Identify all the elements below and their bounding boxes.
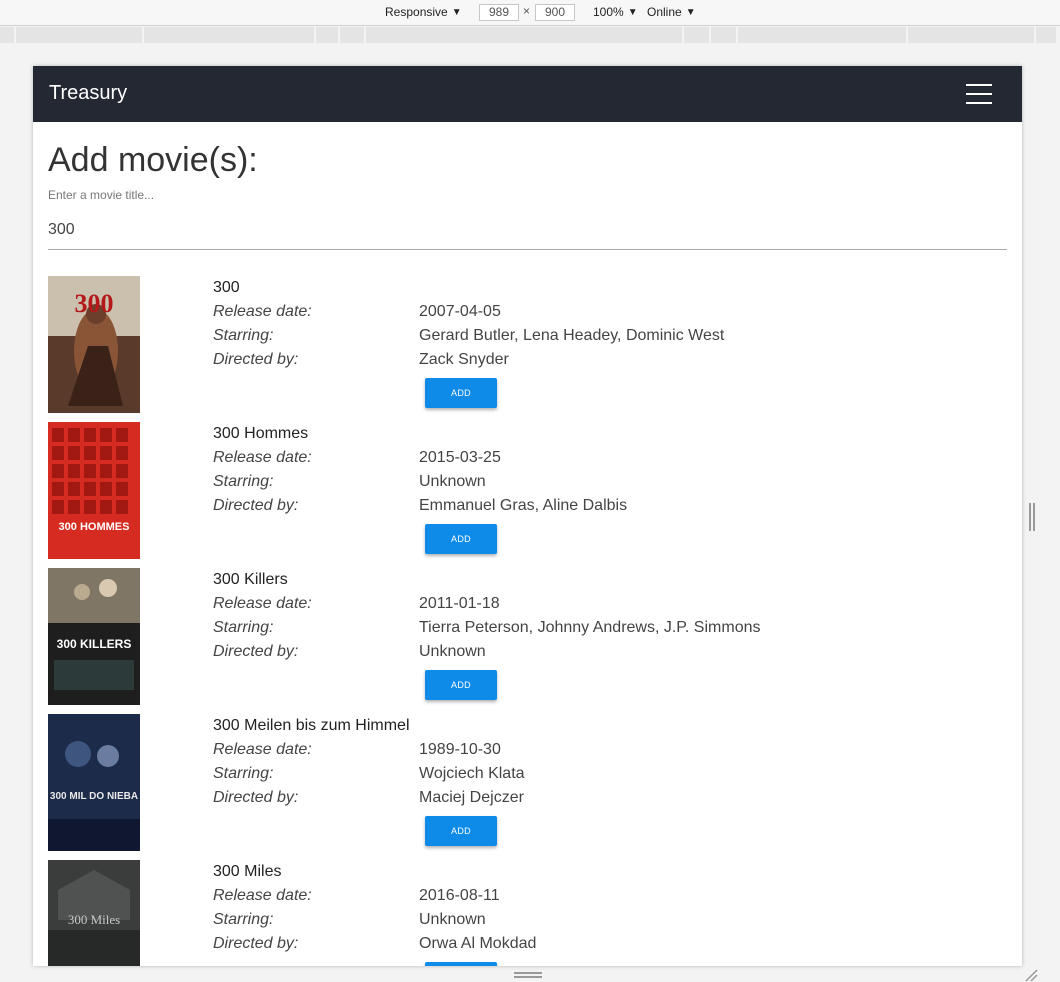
release-date-value: 2007-04-05 <box>419 303 501 320</box>
chevron-down-icon: ▼ <box>627 6 638 18</box>
add-movie-button[interactable]: ADD <box>425 670 497 700</box>
media-query-segment[interactable] <box>144 27 314 43</box>
movie-title: 300 Killers <box>213 571 288 588</box>
movie-poster-image: 300 HOMMES <box>48 422 140 559</box>
viewport-corner-resize-icon[interactable] <box>1024 968 1038 982</box>
viewport-height-input[interactable]: 900 <box>535 4 575 21</box>
starring-label: Starring: <box>213 619 274 636</box>
movie-result-item: 300 HOMMES 300 Hommes Release date: 2015… <box>48 422 1007 568</box>
throttle-label: Online <box>647 5 682 19</box>
add-movie-button[interactable]: ADD <box>425 378 497 408</box>
viewport-width-resize-handle[interactable] <box>1029 503 1035 531</box>
navbar: Treasury <box>33 66 1022 122</box>
directed-by-label: Directed by: <box>213 497 299 514</box>
release-date-label: Release date: <box>213 595 312 612</box>
media-query-segment[interactable] <box>908 27 1034 43</box>
movie-search-input[interactable] <box>48 210 1007 250</box>
movie-poster-image: 300 KILLERS <box>48 568 140 705</box>
directed-by-label: Directed by: <box>213 643 299 660</box>
movie-result-item: 300 Miles 300 Miles Release date: 2016-0… <box>48 860 1007 966</box>
media-query-segment[interactable] <box>16 27 142 43</box>
media-query-segment[interactable] <box>316 27 338 43</box>
device-viewport: Treasury Add movie(s): Enter a movie tit… <box>33 66 1022 966</box>
add-movie-button[interactable]: ADD <box>425 816 497 846</box>
starring-value: Wojciech Klata <box>419 765 525 782</box>
poster-text: 300 <box>75 289 114 318</box>
release-date-label: Release date: <box>213 303 312 320</box>
brand-logo-text[interactable]: Treasury <box>49 82 127 105</box>
media-query-segment[interactable] <box>0 27 14 43</box>
starring-value: Gerard Butler, Lena Headey, Dominic West <box>419 327 725 344</box>
release-date-label: Release date: <box>213 887 312 904</box>
zoom-dropdown[interactable]: 100% ▼ <box>593 5 638 19</box>
movie-result-item: 300 300 Release date: 2007-04-05 Starrin… <box>48 276 1007 422</box>
search-label: Enter a movie title... <box>48 188 155 202</box>
media-query-segment[interactable] <box>1036 27 1056 43</box>
media-query-segment[interactable] <box>738 27 906 43</box>
starring-value: Unknown <box>419 911 486 928</box>
release-date-label: Release date: <box>213 741 312 758</box>
release-date-value: 2011-01-18 <box>419 595 500 612</box>
directed-by-value: Zack Snyder <box>419 351 509 368</box>
media-query-segment[interactable] <box>711 27 736 43</box>
zoom-label: 100% <box>593 5 624 19</box>
movie-poster-image: 300 <box>48 276 140 413</box>
search-results-list: 300 300 Release date: 2007-04-05 Starrin… <box>48 276 1007 966</box>
starring-label: Starring: <box>213 327 274 344</box>
hamburger-menu-icon[interactable] <box>966 82 992 106</box>
directed-by-value: Maciej Dejczer <box>419 789 524 806</box>
release-date-label: Release date: <box>213 449 312 466</box>
viewport-height-resize-handle[interactable] <box>514 972 542 978</box>
page-title: Add movie(s): <box>48 141 258 179</box>
movie-title: 300 Hommes <box>213 425 309 442</box>
media-query-segment[interactable] <box>366 27 682 43</box>
movie-title: 300 Miles <box>213 863 282 880</box>
network-throttle-dropdown[interactable]: Online ▼ <box>647 5 696 19</box>
media-query-segment[interactable] <box>684 27 709 43</box>
starring-label: Starring: <box>213 911 274 928</box>
chevron-down-icon: ▼ <box>685 6 696 18</box>
starring-label: Starring: <box>213 765 274 782</box>
poster-text: 300 Miles <box>68 912 120 927</box>
poster-text: 300 HOMMES <box>59 521 130 533</box>
starring-value: Unknown <box>419 473 486 490</box>
add-movie-button[interactable]: ADD <box>425 962 497 966</box>
directed-by-label: Directed by: <box>213 351 299 368</box>
movie-result-item: 300 MIL DO NIEBA 300 Meilen bis zum Himm… <box>48 714 1007 860</box>
movie-result-item: 300 KILLERS 300 Killers Release date: 20… <box>48 568 1007 714</box>
viewport-width-input[interactable]: 989 <box>479 4 519 21</box>
poster-text: 300 KILLERS <box>57 637 132 651</box>
add-movie-button[interactable]: ADD <box>425 524 497 554</box>
device-mode-label: Responsive <box>385 5 448 19</box>
directed-by-label: Directed by: <box>213 935 299 952</box>
release-date-value: 1989-10-30 <box>419 741 501 758</box>
media-query-bar[interactable] <box>0 27 1060 43</box>
directed-by-value: Orwa Al Mokdad <box>419 935 537 952</box>
movie-title: 300 Meilen bis zum Himmel <box>213 717 410 734</box>
release-date-value: 2016-08-11 <box>419 887 500 904</box>
chevron-down-icon: ▼ <box>451 6 462 18</box>
devtools-device-toolbar: Responsive ▼ 989 × 900 100% ▼ Online ▼ <box>0 0 1060 26</box>
device-mode-dropdown[interactable]: Responsive ▼ <box>385 5 462 19</box>
movie-poster-image: 300 MIL DO NIEBA <box>48 714 140 851</box>
movie-poster-image: 300 Miles <box>48 860 140 966</box>
poster-text: 300 MIL DO NIEBA <box>50 791 138 802</box>
media-query-segment[interactable] <box>340 27 364 43</box>
starring-value: Tierra Peterson, Johnny Andrews, J.P. Si… <box>419 619 761 636</box>
release-date-value: 2015-03-25 <box>419 449 501 466</box>
directed-by-value: Unknown <box>419 643 486 660</box>
starring-label: Starring: <box>213 473 274 490</box>
movie-title: 300 <box>213 279 240 296</box>
directed-by-value: Emmanuel Gras, Aline Dalbis <box>419 497 628 514</box>
dimension-separator: × <box>523 4 531 18</box>
directed-by-label: Directed by: <box>213 789 299 806</box>
